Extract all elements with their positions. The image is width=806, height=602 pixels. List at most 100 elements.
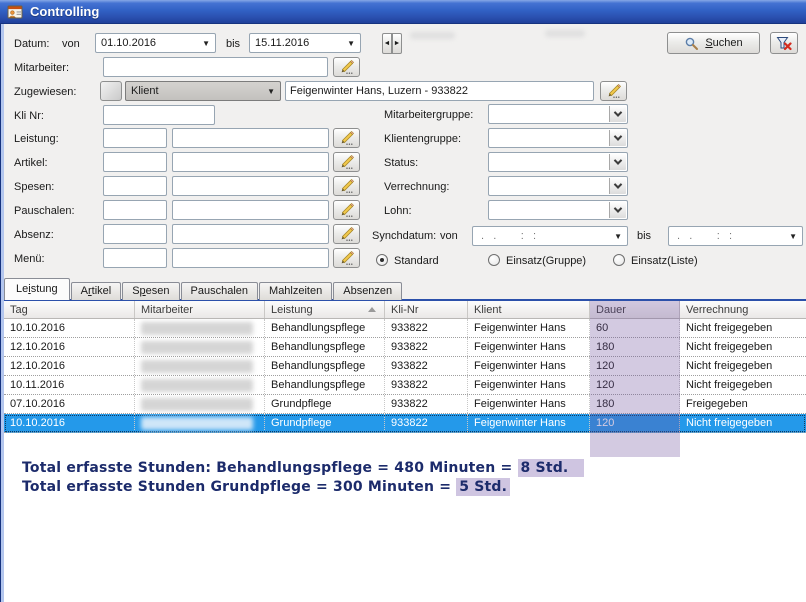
absenz-edit-button[interactable]: [333, 224, 360, 244]
leistung-text-input[interactable]: [172, 128, 329, 148]
lohn-select[interactable]: [488, 200, 628, 220]
klientengruppe-label: Klientengruppe:: [384, 133, 461, 145]
tab-leistung[interactable]: Leistung: [4, 278, 70, 300]
column-header-dauer[interactable]: Dauer: [590, 301, 680, 318]
zugewiesen-value-input[interactable]: [285, 81, 594, 101]
cell-mitarbeiter: [135, 338, 265, 356]
tab-pauschalen[interactable]: Pauschalen: [181, 282, 259, 300]
leistung-edit-button[interactable]: [333, 128, 360, 148]
cell-leistung: Grundpflege: [265, 395, 385, 413]
pencil-icon: [339, 154, 355, 170]
menu-code-input[interactable]: [103, 248, 167, 268]
right-arrow-icon: ►: [394, 40, 401, 47]
pauschalen-text-input[interactable]: [172, 200, 329, 220]
menu-edit-button[interactable]: [333, 248, 360, 268]
leistung-label: Leistung:: [14, 133, 59, 145]
search-button[interactable]: Suchen: [667, 32, 760, 54]
search-button-label: Suchen: [705, 37, 742, 49]
spesen-edit-button[interactable]: [333, 176, 360, 196]
spesen-text-input[interactable]: [172, 176, 329, 196]
dropdown-button[interactable]: [609, 202, 626, 218]
column-header-klient[interactable]: Klient: [468, 301, 590, 318]
column-header-leistung[interactable]: Leistung: [265, 301, 385, 318]
cell-klient: Feigenwinter Hans: [468, 395, 590, 413]
synchdatum-bis-picker[interactable]: . . : : ▼: [668, 226, 803, 246]
dropdown-button[interactable]: [609, 154, 626, 170]
status-select[interactable]: [488, 152, 628, 172]
pauschalen-code-input[interactable]: [103, 200, 167, 220]
date-prev-button[interactable]: ◄: [382, 33, 392, 54]
chevron-down-icon: [614, 180, 622, 188]
tab-mahlzeiten[interactable]: Mahlzeiten: [259, 282, 332, 300]
datum-label: Datum:: [14, 38, 49, 50]
tab-absenzen[interactable]: Absenzen: [333, 282, 402, 300]
summary-line-1: Total erfasste Stunden: Behandlungspfleg…: [22, 459, 584, 478]
cell-dauer: 120: [590, 376, 680, 394]
clear-filter-button[interactable]: [770, 32, 798, 54]
mitarbeiter-input[interactable]: [103, 57, 328, 77]
radio-einsatz-gruppe[interactable]: [488, 254, 500, 266]
artikel-code-input[interactable]: [103, 152, 167, 172]
dropdown-button[interactable]: [609, 106, 626, 122]
table-row[interactable]: 10.11.2016Behandlungspflege933822Feigenw…: [4, 376, 806, 395]
kli-nr-input[interactable]: [103, 105, 215, 125]
verrechnung-label: Verrechnung:: [384, 181, 449, 193]
pauschalen-edit-button[interactable]: [333, 200, 360, 220]
table-row[interactable]: 10.10.2016Behandlungspflege933822Feigenw…: [4, 319, 806, 338]
table-row[interactable]: 12.10.2016Behandlungspflege933822Feigenw…: [4, 338, 806, 357]
status-label: Status:: [384, 157, 418, 169]
cell-dauer: 180: [590, 338, 680, 356]
tab-artikel[interactable]: Artikel: [71, 282, 122, 300]
dropdown-button[interactable]: [609, 130, 626, 146]
date-next-button[interactable]: ►: [392, 33, 402, 54]
column-header-tag[interactable]: Tag: [4, 301, 135, 318]
table-row[interactable]: 12.10.2016Behandlungspflege933822Feigenw…: [4, 357, 806, 376]
artikel-edit-button[interactable]: [333, 152, 360, 172]
zugewiesen-type-select[interactable]: Klient ▼: [125, 81, 281, 101]
result-table-area: Tag Mitarbeiter Leistung Kli-Nr Klient D…: [4, 299, 806, 602]
klientengruppe-select[interactable]: [488, 128, 628, 148]
dropdown-arrow-icon: ▼: [789, 232, 797, 241]
pencil-icon: [339, 250, 355, 266]
cell-klient: Feigenwinter Hans: [468, 376, 590, 394]
spesen-code-input[interactable]: [103, 176, 167, 196]
pencil-icon: [339, 130, 355, 146]
column-header-mitarbeiter[interactable]: Mitarbeiter: [135, 301, 265, 318]
tab-spesen[interactable]: Spesen: [122, 282, 179, 300]
mitarbeiter-edit-button[interactable]: [333, 57, 360, 77]
summary-highlight-1: 8 Std.: [518, 459, 585, 477]
lohn-label: Lohn:: [384, 205, 412, 217]
zugewiesen-edit-button[interactable]: [600, 81, 627, 101]
cell-leistung: Grundpflege: [265, 414, 385, 432]
absenz-text-input[interactable]: [172, 224, 329, 244]
filter-clear-icon: [776, 36, 792, 51]
verrechnung-select[interactable]: [488, 176, 628, 196]
radio-standard-label: Standard: [394, 255, 439, 267]
radio-einsatz-liste[interactable]: [613, 254, 625, 266]
dropdown-button[interactable]: [609, 178, 626, 194]
cell-verrechnung: Freigegeben: [680, 395, 806, 413]
redacted-mitarbeiter: [141, 341, 253, 354]
radio-standard[interactable]: [376, 254, 388, 266]
datum-bis-picker[interactable]: 15.11.2016 ▼: [249, 33, 361, 53]
controlling-window: Controlling Datum: von 01.10.2016 ▼ bis …: [0, 0, 806, 602]
synchdatum-von-picker[interactable]: . . : : ▼: [472, 226, 628, 246]
column-header-verrechnung[interactable]: Verrechnung: [680, 301, 806, 318]
table-row[interactable]: 10.10.2016Grundpflege933822Feigenwinter …: [4, 414, 806, 433]
table-row[interactable]: 07.10.2016Grundpflege933822Feigenwinter …: [4, 395, 806, 414]
mitarbeitergruppe-select[interactable]: [488, 104, 628, 124]
cell-kli-nr: 933822: [385, 414, 468, 432]
menu-text-input[interactable]: [172, 248, 329, 268]
absenz-code-input[interactable]: [103, 224, 167, 244]
search-icon: [684, 36, 699, 51]
zugewiesen-color-button[interactable]: [100, 81, 122, 101]
leistung-code-input[interactable]: [103, 128, 167, 148]
artikel-text-input[interactable]: [172, 152, 329, 172]
cell-tag: 07.10.2016: [4, 395, 135, 413]
cell-mitarbeiter: [135, 414, 265, 432]
cell-tag: 10.10.2016: [4, 319, 135, 337]
column-header-kli-nr[interactable]: Kli-Nr: [385, 301, 468, 318]
cell-leistung: Behandlungspflege: [265, 338, 385, 356]
sort-ascending-icon: [368, 307, 376, 312]
datum-von-picker[interactable]: 01.10.2016 ▼: [95, 33, 216, 53]
